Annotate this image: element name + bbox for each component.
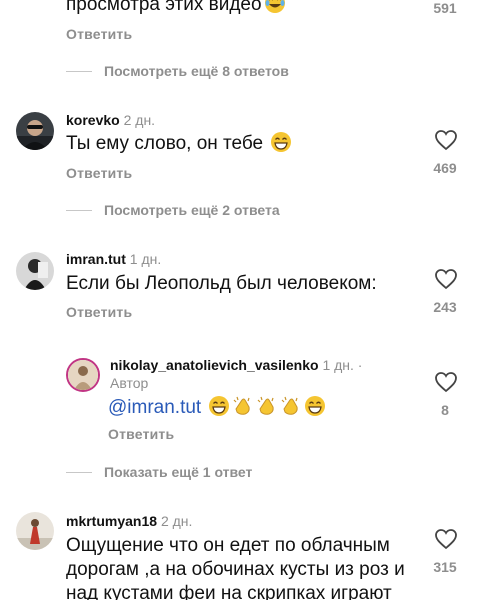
grinning-face-emoji-icon xyxy=(209,396,230,416)
comment-text: Ты ему слово, он тебе xyxy=(66,133,264,154)
avatar-image xyxy=(68,360,98,390)
show-more-replies-label: Показать ещё 1 ответ xyxy=(104,464,253,480)
avatar-image xyxy=(16,112,54,150)
like-count: 591 xyxy=(433,0,457,16)
divider xyxy=(66,70,92,72)
like-heart-icon[interactable] xyxy=(434,371,458,393)
divider xyxy=(66,209,92,211)
grinning-face-emoji-icon xyxy=(305,396,326,416)
timestamp: 1 дн. xyxy=(129,251,162,267)
clapping-hands-emoji-icon xyxy=(258,396,275,415)
timestamp: 2 дн. xyxy=(160,513,193,529)
like-heart-icon[interactable] xyxy=(434,268,458,290)
reply-text: @imran.tut xyxy=(108,395,326,421)
like-heart-icon[interactable] xyxy=(434,528,458,550)
comment-text-line: дорогам ,а на обочинах кусты из роз и xyxy=(66,559,405,580)
reply-button[interactable]: Ответить xyxy=(66,26,132,42)
comment-meta: korevko 2 дн. xyxy=(66,112,155,128)
username-link[interactable]: korevko xyxy=(66,112,120,128)
reply-button[interactable]: Ответить xyxy=(66,304,132,320)
comment-text-line: над кустами феи на скрипках играют xyxy=(66,583,392,600)
grinning-face-emoji-icon xyxy=(271,132,292,152)
comment-meta: imran.tut 1 дн. xyxy=(66,251,161,267)
laughing-tears-emoji-icon xyxy=(264,0,285,13)
mention-link[interactable]: @imran.tut xyxy=(108,397,201,418)
view-more-replies-label: Посмотреть ещё 8 ответов xyxy=(104,63,289,79)
view-more-replies[interactable]: Посмотреть ещё 8 ответов xyxy=(66,63,289,79)
comment-text-line: Ощущение что он едет по облачным xyxy=(66,535,390,556)
author-badge: Автор xyxy=(110,375,149,391)
comment-meta: mkrtumyan18 2 дн. xyxy=(66,513,192,529)
like-heart-icon[interactable] xyxy=(434,129,458,151)
divider xyxy=(66,471,92,473)
username-link[interactable]: imran.tut xyxy=(66,251,126,267)
view-more-replies-label: Посмотреть ещё 2 ответа xyxy=(104,202,280,218)
like-count: 243 xyxy=(433,299,457,315)
avatar[interactable] xyxy=(16,512,54,550)
clapping-hands-emoji-icon xyxy=(282,396,299,415)
comment-text: Если бы Леопольд был человеком: xyxy=(66,273,377,294)
like-count: 469 xyxy=(433,160,457,176)
timestamp: 2 дн. xyxy=(123,112,156,128)
username-link[interactable]: mkrtumyan18 xyxy=(66,513,157,529)
username-link[interactable]: nikolay_anatolievich_vasilenko xyxy=(110,357,319,373)
comment-text: просмотра этих видео xyxy=(66,0,262,15)
avatar[interactable] xyxy=(16,252,54,290)
view-more-replies[interactable]: Посмотреть ещё 2 ответа xyxy=(66,202,280,218)
avatar-image xyxy=(16,512,54,550)
comment-text-korevko: Ты ему слово, он тебе xyxy=(66,131,292,157)
avatar[interactable] xyxy=(16,112,54,150)
like-count: 315 xyxy=(433,559,457,575)
avatar[interactable] xyxy=(66,358,100,392)
reply-button[interactable]: Ответить xyxy=(108,426,174,442)
timestamp: 1 дн. · xyxy=(322,357,363,373)
comment-text-top: просмотра этих видео xyxy=(66,0,286,18)
reply-meta: nikolay_anatolievich_vasilenko 1 дн. · xyxy=(110,357,362,373)
like-count: 8 xyxy=(441,402,449,418)
show-more-replies[interactable]: Показать ещё 1 ответ xyxy=(66,464,252,480)
avatar-image xyxy=(16,252,54,290)
clapping-hands-emoji-icon xyxy=(234,396,251,415)
reply-button[interactable]: Ответить xyxy=(66,165,132,181)
